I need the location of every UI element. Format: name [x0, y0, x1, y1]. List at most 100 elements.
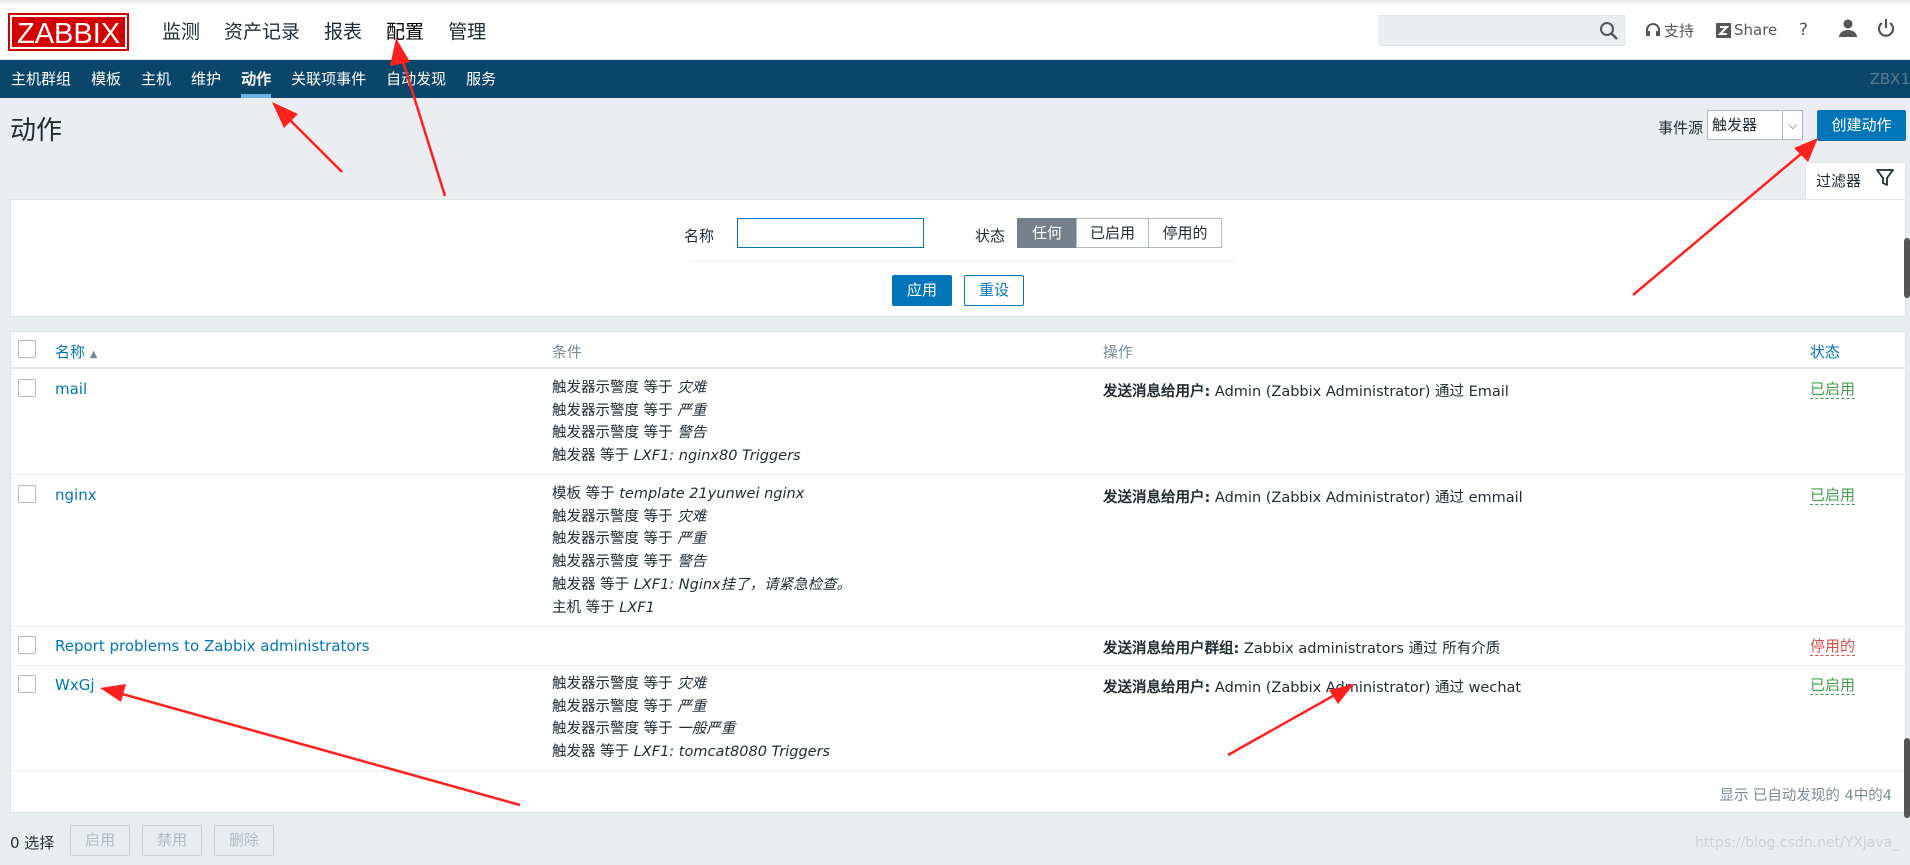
support-label: 支持	[1664, 21, 1695, 40]
search-icon[interactable]	[1598, 20, 1620, 42]
condition-line: 触发器示警度 等于 灾难	[552, 508, 707, 525]
table-header-divider	[11, 367, 1905, 369]
subnav-services[interactable]: 服务	[456, 60, 506, 98]
share-label: Share	[1734, 21, 1778, 39]
menu-configuration[interactable]: 配置	[374, 3, 436, 63]
help-icon: ?	[1799, 20, 1809, 40]
status-enabled-radio[interactable]: 已启用	[1076, 218, 1149, 248]
subnav-host-groups[interactable]: 主机群组	[1, 60, 81, 98]
share-link[interactable]: Share	[1716, 18, 1777, 42]
scrollbar-thumb[interactable]	[1904, 238, 1910, 298]
page-title: 动作	[10, 116, 63, 146]
selected-count: 0 选择	[10, 834, 55, 852]
action-name-link[interactable]: WxGj	[55, 676, 95, 694]
row-divider	[11, 771, 1905, 772]
logout-power-icon[interactable]	[1876, 18, 1896, 38]
row-divider	[11, 626, 1905, 627]
row-checkbox[interactable]	[18, 675, 36, 693]
event-source-label: 事件源	[1658, 119, 1704, 137]
apply-button[interactable]: 应用	[892, 275, 952, 306]
status-disabled-radio[interactable]: 停用的	[1148, 218, 1222, 248]
table-footer-count: 显示 已自动发现的 4中的4	[1719, 788, 1892, 804]
action-operations: 发送消息给用户: Admin (Zabbix Administrator) 通过…	[1103, 680, 1522, 696]
status-toggle-link[interactable]: 停用的	[1810, 637, 1856, 656]
row-checkbox[interactable]	[18, 379, 36, 397]
action-operations: 发送消息给用户群组: Zabbix administrators 通过 所有介质	[1103, 641, 1501, 657]
filter-funnel-icon[interactable]	[1875, 168, 1895, 188]
annotation-arrow	[272, 102, 343, 173]
menu-monitoring[interactable]: 监测	[150, 3, 212, 63]
event-source-select[interactable]: 触发器 ⌵	[1707, 110, 1803, 140]
status-toggle-link[interactable]: 已启用	[1810, 380, 1856, 399]
search-input[interactable]	[1379, 15, 1625, 46]
condition-line: 触发器示警度 等于 灾难	[552, 676, 707, 692]
zabbix-logo[interactable]: ZABBIX	[7, 13, 130, 51]
subnav-actions[interactable]: 动作	[231, 60, 281, 98]
row-checkbox[interactable]	[18, 636, 36, 654]
column-header-conditions: 条件	[552, 343, 583, 361]
condition-line: 触发器示警度 等于 警告	[552, 425, 707, 442]
help-button[interactable]: ?	[1799, 18, 1808, 42]
row-divider	[11, 474, 1905, 475]
support-link[interactable]: 支持	[1645, 18, 1694, 42]
subnav-templates[interactable]: 模板	[81, 60, 131, 98]
user-profile-icon[interactable]	[1838, 18, 1858, 38]
action-operations: 发送消息给用户: Admin (Zabbix Administrator) 通过…	[1103, 490, 1523, 506]
condition-line: 触发器 等于 LXF1: tomcat8080 Triggers	[552, 744, 831, 761]
action-conditions: 模板 等于 template 21yunwei nginx 触发器示警度 等于 …	[552, 483, 851, 619]
menu-administration[interactable]: 管理	[436, 3, 498, 63]
sort-ascending-icon: ▲	[89, 349, 98, 360]
subnav-discovery[interactable]: 自动发现	[376, 60, 456, 98]
action-conditions: 触发器示警度 等于 灾难 触发器示警度 等于 严重 触发器示警度 等于 一般严重…	[552, 673, 830, 764]
reset-button[interactable]: 重设	[964, 275, 1024, 306]
condition-line: 主机 等于 LXF1	[552, 599, 655, 616]
status-toggle-link[interactable]: 已启用	[1810, 676, 1856, 695]
column-header-status[interactable]: 状态	[1810, 341, 1840, 362]
subnav-hosts[interactable]: 主机	[131, 60, 181, 98]
menu-reports[interactable]: 报表	[312, 3, 374, 63]
filter-name-input[interactable]	[737, 218, 924, 248]
mass-enable-button[interactable]: 启用	[70, 825, 130, 856]
main-menu: 监测 资产记录 报表 配置 管理	[150, 3, 498, 63]
column-header-operations: 操作	[1103, 343, 1134, 361]
condition-line: 触发器示警度 等于 灾难	[552, 380, 707, 396]
status-any-radio[interactable]: 任何	[1017, 218, 1077, 248]
mass-delete-button[interactable]: 删除	[214, 825, 274, 856]
condition-line: 触发器 等于 LXF1: nginx80 Triggers	[552, 448, 801, 465]
menu-inventory[interactable]: 资产记录	[212, 3, 312, 63]
headset-icon	[1646, 23, 1660, 36]
action-name-link[interactable]: mail	[55, 380, 87, 398]
row-divider	[11, 665, 1905, 666]
condition-line: 触发器示警度 等于 严重	[552, 698, 707, 715]
actions-table	[10, 331, 1906, 813]
filter-status-label: 状态	[975, 227, 1006, 245]
action-name-link[interactable]: nginx	[55, 486, 97, 504]
condition-line: 触发器示警度 等于 严重	[552, 531, 707, 548]
row-checkbox[interactable]	[18, 485, 36, 503]
condition-line: 触发器示警度 等于 严重	[552, 402, 707, 419]
condition-line: 触发器示警度 等于 警告	[552, 554, 707, 571]
action-name-link[interactable]: Report problems to Zabbix administrators	[55, 637, 370, 655]
chevron-down-icon: ⌵	[1782, 111, 1802, 139]
filter-divider	[690, 260, 1235, 261]
sub-navigation: 主机群组 模板 主机 维护 动作 关联项事件 自动发现 服务	[0, 60, 1910, 98]
subnav-event-correlation[interactable]: 关联项事件	[281, 60, 376, 98]
create-action-button[interactable]: 创建动作	[1817, 110, 1906, 141]
action-operations: 发送消息给用户: Admin (Zabbix Administrator) 通过…	[1103, 384, 1509, 400]
status-toggle-link[interactable]: 已启用	[1810, 486, 1856, 505]
mass-disable-button[interactable]: 禁用	[142, 825, 202, 856]
scrollbar-thumb-lower[interactable]	[1904, 738, 1910, 818]
watermark: https://blog.csdn.net/YXjava_	[1695, 835, 1900, 851]
event-source-value: 触发器	[1712, 116, 1758, 134]
column-name-label: 名称	[55, 343, 86, 361]
zabbix-share-icon	[1716, 22, 1731, 38]
filter-panel	[10, 199, 1906, 317]
action-conditions: 触发器示警度 等于 灾难 触发器示警度 等于 严重 触发器示警度 等于 警告 触…	[552, 377, 801, 468]
column-header-name[interactable]: 名称 ▲	[55, 341, 98, 362]
filter-tab-label: 过滤器	[1816, 172, 1862, 190]
filter-name-label: 名称	[684, 227, 715, 245]
condition-line: 触发器示警度 等于 一般严重	[552, 721, 736, 738]
subnav-maintenance[interactable]: 维护	[181, 60, 231, 98]
select-all-checkbox[interactable]	[18, 340, 36, 358]
condition-line: 模板 等于 template 21yunwei nginx	[552, 486, 805, 502]
